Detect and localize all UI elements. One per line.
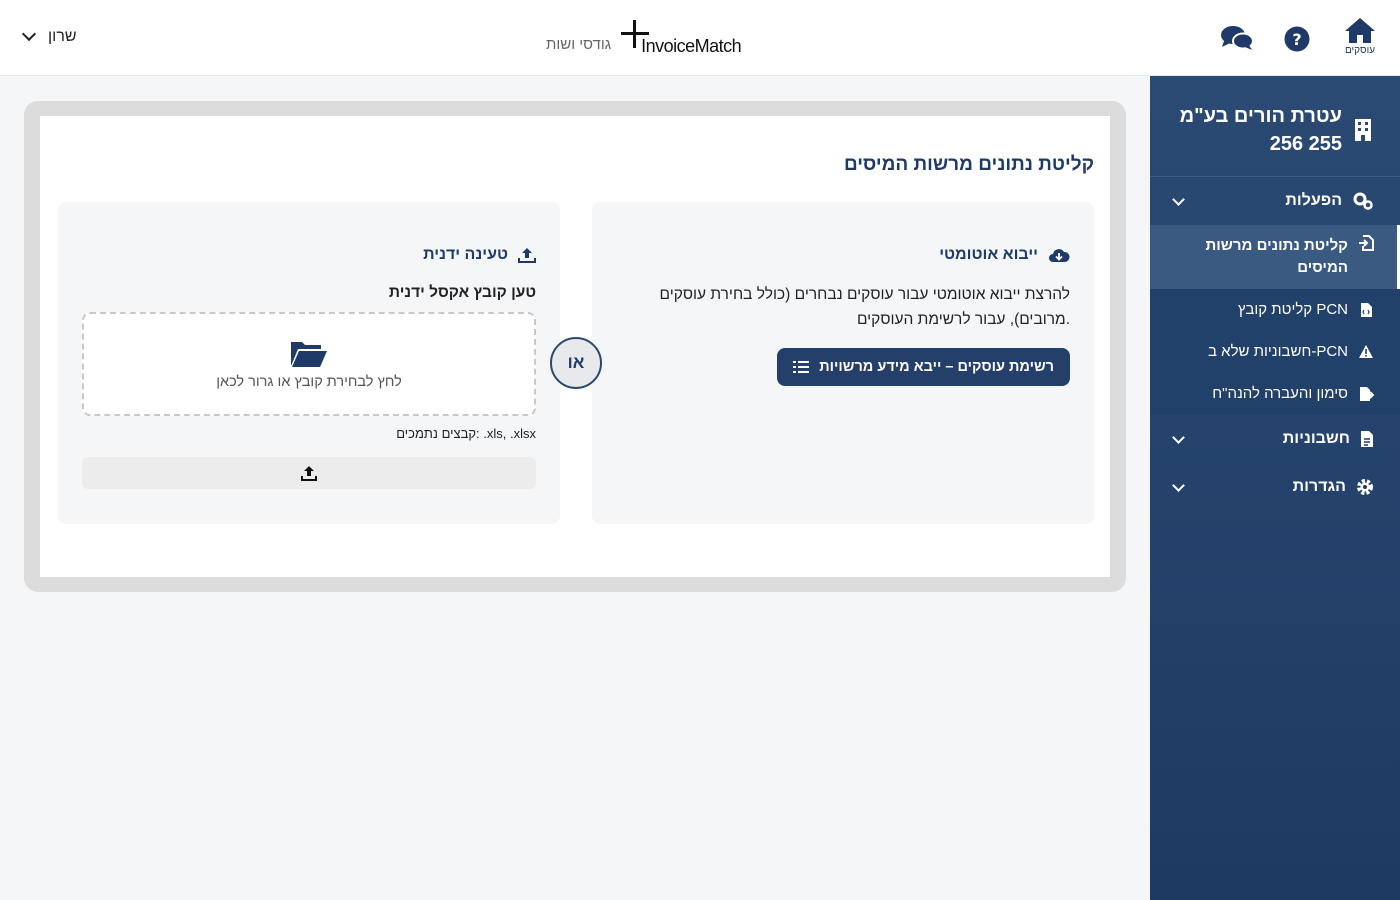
file-import-icon [1359,235,1374,251]
file-dropzone[interactable]: לחץ לבחירת קובץ או גרור לכאן [82,312,536,416]
document-icon [1361,431,1373,447]
sidebar-item-tax-import[interactable]: קליטת נתונים מרשות המיסים [1150,225,1400,289]
or-divider: או [550,337,602,389]
nav-group-invoices[interactable]: חשבוניות [1150,415,1400,463]
cloud-download-icon [1049,249,1070,262]
upload-icon [518,248,536,263]
user-name: שרון [48,28,77,45]
org-id: 256 255 [1269,133,1342,155]
sidebar-item-label: סימון והעברה להנה"ח [1212,385,1348,402]
main-card: קליטת נתונים מרשות המיסים טעינה ידנית טע… [40,116,1110,577]
gears-icon [1353,192,1373,210]
nav-group-activations[interactable]: הפעלות [1150,177,1400,225]
nav-group-label: הגדרות [1292,478,1346,495]
top-bar: שרון גודסי ושות InvoiceMatch ? עוסקים [0,0,1400,76]
nav-group-settings[interactable]: הגדרות [1150,463,1400,511]
auto-import-panel: ייבוא אוטומטי להרצת ייבוא אוטומטי עבור ע… [592,202,1094,524]
dropzone-text: לחץ לבחירת קובץ או גרור לכאן [216,374,402,390]
auto-import-description: להרצת ייבוא אוטומטי עבור עוסקים נבחרים (… [659,286,1071,328]
client-name: גודסי ושות [546,35,612,53]
sidebar-item-mark-transfer[interactable]: סימון והעברה להנה"ח [1150,373,1400,415]
manual-upload-title: טעינה ידנית [423,246,508,263]
user-menu[interactable]: שרון [20,26,77,46]
top-icons: ? עוסקים [1220,16,1380,56]
sidebar-item-pcn-file[interactable]: קליטת קובץ PCN [1150,289,1400,331]
svg-text:?: ? [1292,30,1301,49]
nav-group-label: הפעלות [1285,192,1342,209]
sidebar-item-label: חשבוניות שלא ב-PCN [1208,343,1348,360]
chevron-down-icon [1172,192,1185,206]
brand-name: InvoiceMatch [641,36,742,56]
sidebar-item-label: קליטת נתונים מרשות המיסים [1205,237,1349,276]
page-title: קליטת נתונים מרשות המיסים [843,154,1094,175]
home-button[interactable]: עוסקים [1340,16,1380,56]
sidebar: עטרת הורים בע"מ 256 255 הפעלות קליטת נתו… [1150,76,1400,900]
nav-group-label: חשבוניות [1282,430,1350,447]
help-icon[interactable]: ? [1284,26,1310,52]
auto-import-title: ייבוא אוטומטי [939,246,1038,263]
org-name: עטרת הורים בע"מ [1179,105,1342,127]
subnav-activations: קליטת נתונים מרשות המיסים קליטת קובץ PCN… [1150,225,1400,415]
chevron-down-icon [21,26,37,42]
chevron-down-icon [1172,478,1185,492]
warning-icon [1359,345,1373,358]
file-export-icon [1360,387,1374,401]
chat-icon[interactable] [1220,24,1254,52]
org-header: עטרת הורים בע"מ 256 255 [1150,76,1400,177]
folder-open-icon [291,342,327,367]
chevron-down-icon [1172,430,1185,444]
manual-upload-panel: טעינה ידנית טען קובץ אקסל ידנית לחץ לבחי… [58,202,560,524]
logo: גודסי ושות InvoiceMatch [546,18,742,58]
home-label: עוסקים [1344,45,1376,56]
building-icon [1355,119,1371,141]
brand-logo: InvoiceMatch [621,18,742,58]
list-icon [793,361,810,373]
settings-icon [1357,479,1373,495]
import-from-authorities-button[interactable]: רשימת עוסקים – ייבא מידע מרשויות [777,348,1070,386]
sidebar-item-not-in-pcn[interactable]: חשבוניות שלא ב-PCN [1150,331,1400,373]
main-card-frame: קליטת נתונים מרשות המיסים טעינה ידנית טע… [24,101,1126,592]
sidebar-item-label: קליטת קובץ PCN [1237,301,1348,318]
home-icon [1345,18,1375,43]
upload-icon [301,466,317,481]
file-code-icon [1361,303,1372,317]
import-panels: טעינה ידנית טען קובץ אקסל ידנית לחץ לבחי… [58,202,1094,524]
button-label: רשימת עוסקים – ייבא מידע מרשויות [819,359,1054,375]
supported-files: קבצים נתמכים: .xls, .xlsx [396,426,536,441]
upload-button[interactable] [82,457,536,489]
manual-upload-subtitle: טען קובץ אקסל ידנית [388,284,536,301]
